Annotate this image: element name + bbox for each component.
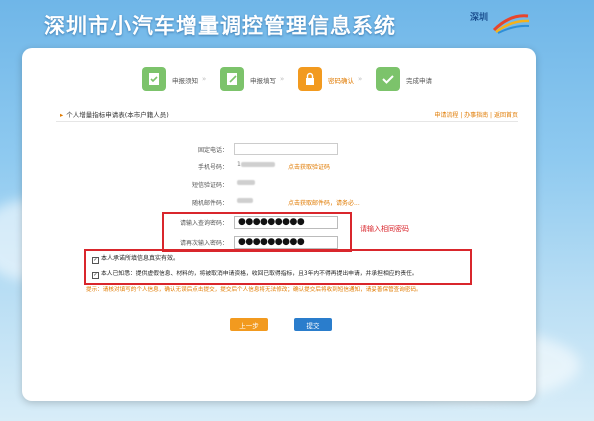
redacted-value xyxy=(237,198,253,203)
step-label: 密码确认 xyxy=(328,77,354,85)
get-code-link[interactable]: 点击获取验证码 xyxy=(288,162,330,171)
step-label: 完成申请 xyxy=(406,77,432,85)
step-arrow-icon: » xyxy=(280,75,285,83)
email-note-link[interactable]: 点击获取邮件码，请务必... xyxy=(288,198,360,207)
email-code-input[interactable] xyxy=(234,196,284,206)
checkbox-checked-icon[interactable]: ✓ xyxy=(92,257,99,264)
fixed-phone-label: 固定电话： xyxy=(197,147,228,154)
agreement-text-1: 本人承诺所填信息真实有效。 xyxy=(101,255,180,262)
sms-code-label: 短信验证码： xyxy=(191,182,228,189)
checkmark-icon xyxy=(376,67,400,91)
site-title: 深圳市小汽车增量调控管理信息系统 xyxy=(44,14,396,38)
logo-text: 深圳 xyxy=(470,13,489,23)
section-links[interactable]: 申请流程 | 办事指南 | 返回首页 xyxy=(434,110,518,119)
mobile-row: 手机号码： 1 点击获取验证码 xyxy=(150,160,490,172)
callout-text: 请输入相同密码 xyxy=(360,225,409,233)
mobile-label: 手机号码： xyxy=(197,164,228,171)
step-arrow-icon: » xyxy=(358,75,363,83)
fixed-phone-row: 固定电话： xyxy=(150,143,490,155)
document-check-icon xyxy=(142,67,166,91)
section-title: 个人增量指标申请表(本市户籍人员) xyxy=(60,109,169,119)
prev-step-button[interactable]: 上一步 xyxy=(230,318,268,331)
lock-icon xyxy=(298,67,322,91)
checkbox-checked-icon[interactable]: ✓ xyxy=(92,272,99,279)
step-label: 申报填写 xyxy=(250,77,276,85)
progress-steps: 申报须知 » 申报填写 » 密码确认 » 完成申请 xyxy=(142,66,452,96)
agreement-checkbox-1[interactable]: ✓ 本人承诺所填信息真实有效。 xyxy=(92,253,180,264)
agreement-checkbox-2[interactable]: ✓ 本人已知悉：提供虚假信息、材料的，将被取消申请资格，收回已取得指标，且3年内不… xyxy=(92,268,418,279)
redacted-value xyxy=(240,162,275,167)
mobile-input[interactable]: 1 xyxy=(234,160,284,170)
sms-code-input[interactable] xyxy=(234,178,284,188)
sms-code-row: 短信验证码： xyxy=(150,178,490,190)
email-code-row: 随机邮件码： 点击获取邮件码，请务必... xyxy=(150,196,490,208)
site-logo: 深圳 xyxy=(470,8,532,36)
step-label: 申报须知 xyxy=(172,77,198,85)
fixed-phone-input[interactable] xyxy=(234,143,338,155)
email-code-label: 随机邮件码： xyxy=(191,200,228,207)
section-header: 个人增量指标申请表(本市户籍人员) 申请流程 | 办事指南 | 返回首页 xyxy=(56,107,518,122)
redacted-value xyxy=(237,180,255,185)
form-edit-icon xyxy=(220,67,244,91)
password-highlight-box xyxy=(162,212,352,252)
step-arrow-icon: » xyxy=(202,75,207,83)
agreement-text-2: 本人已知悉：提供虚假信息、材料的，将被取消申请资格，收回已取得指标，且3年内不得… xyxy=(101,271,418,277)
submit-button[interactable]: 提交 xyxy=(294,318,332,331)
logo-swoosh-icon xyxy=(492,14,530,34)
warning-text: 提示：请核对填写的个人信息，确认无误后点击提交，提交后个人信息将无法修改；确认提… xyxy=(86,287,422,293)
